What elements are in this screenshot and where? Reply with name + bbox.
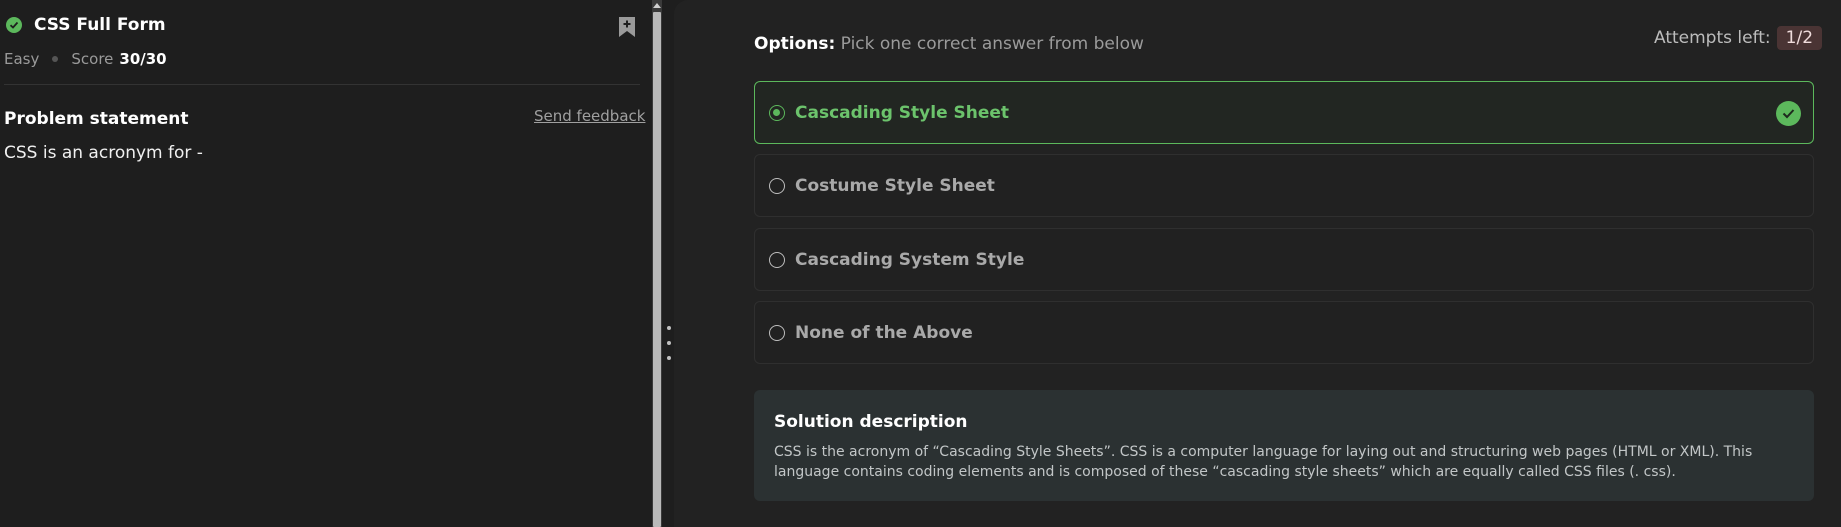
- send-feedback-link[interactable]: Send feedback: [534, 107, 645, 125]
- radio-unselected-icon[interactable]: [769, 251, 785, 268]
- radio-selected-icon[interactable]: [769, 104, 785, 121]
- option-label: Costume Style Sheet: [795, 175, 995, 196]
- options-label: Options: Pick one correct answer from be…: [754, 34, 1144, 54]
- problem-meta: Easy Score 30/30: [4, 50, 167, 68]
- option-3[interactable]: Cascading System Style: [754, 228, 1814, 291]
- problem-statement-heading: Problem statement: [4, 109, 189, 129]
- score-label: Score: [71, 50, 114, 68]
- score-value: 30/30: [119, 50, 167, 68]
- scrollbar-thumb[interactable]: [653, 12, 661, 527]
- check-circle-icon: [6, 17, 22, 33]
- solution-text: CSS is the acronym of “Cascading Style S…: [774, 444, 1753, 480]
- difficulty-label: Easy: [4, 50, 40, 68]
- option-label: Cascading Style Sheet: [795, 102, 1010, 123]
- options-label-bold: Options:: [754, 34, 836, 54]
- options-label-instructions: Pick one correct answer from below: [835, 34, 1144, 54]
- radio-unselected-icon[interactable]: [769, 177, 785, 194]
- divider: [4, 84, 640, 85]
- separator-dot: [52, 56, 59, 62]
- problem-title-row: CSS Full Form: [6, 15, 166, 35]
- radio-unselected-icon[interactable]: [769, 324, 785, 341]
- solution-title: Solution description: [774, 412, 968, 432]
- option-label: None of the Above: [795, 322, 973, 343]
- options-panel: Options: Pick one correct answer from be…: [674, 0, 1841, 527]
- scroll-up-arrow-icon[interactable]: [653, 3, 661, 8]
- attempts-label: Attempts left:: [1654, 28, 1771, 48]
- solution-box: Solution description CSS is the acronym …: [754, 390, 1814, 501]
- bookmark-add-icon[interactable]: [618, 16, 636, 38]
- problem-statement-text: CSS is an acronym for -: [4, 143, 203, 163]
- option-label: Cascading System Style: [795, 249, 1025, 270]
- attempts-indicator: Attempts left: 1/2: [1654, 26, 1823, 50]
- resize-handle-icon[interactable]: [667, 326, 672, 371]
- option-1[interactable]: Cascading Style Sheet: [754, 81, 1814, 144]
- app-root: CSS Full Form Easy Score 30/30 Problem s…: [0, 0, 1841, 527]
- problem-panel: CSS Full Form Easy Score 30/30 Problem s…: [0, 0, 652, 527]
- check-circle-icon: [1776, 101, 1801, 126]
- problem-title: CSS Full Form: [34, 15, 166, 35]
- option-2[interactable]: Costume Style Sheet: [754, 154, 1814, 217]
- attempts-badge: 1/2: [1776, 26, 1823, 50]
- option-4[interactable]: None of the Above: [754, 301, 1814, 364]
- panel-splitter[interactable]: [662, 0, 674, 527]
